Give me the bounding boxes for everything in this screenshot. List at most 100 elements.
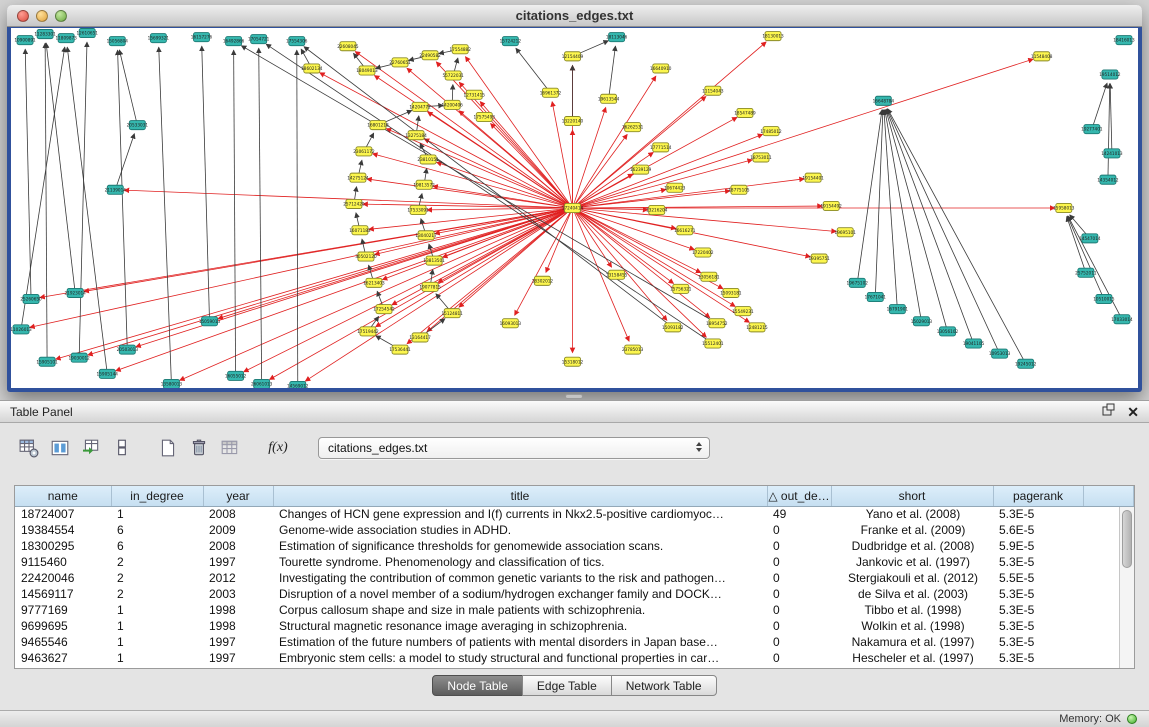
graph-edge[interactable] bbox=[885, 110, 922, 321]
graph-node[interactable]: 14547014 bbox=[1079, 234, 1101, 243]
cell-year[interactable]: 1998 bbox=[203, 602, 273, 618]
graph-edge[interactable] bbox=[428, 112, 573, 208]
cell-year[interactable]: 1997 bbox=[203, 634, 273, 650]
graph-node[interactable]: 13580013 bbox=[161, 379, 183, 388]
graph-edge[interactable] bbox=[572, 179, 804, 208]
network-window-titlebar[interactable]: citations_edges.txt bbox=[7, 5, 1142, 27]
graph-node[interactable]: 10953013 bbox=[989, 349, 1011, 358]
graph-edge[interactable] bbox=[1068, 216, 1122, 319]
close-panel-icon[interactable]: ✕ bbox=[1127, 405, 1139, 419]
graph-node[interactable]: 21139014 bbox=[105, 185, 127, 194]
graph-edge[interactable] bbox=[116, 208, 573, 371]
graph-node[interactable]: 17575493 bbox=[474, 112, 496, 121]
graph-edge[interactable] bbox=[1092, 83, 1107, 129]
cell-short[interactable]: Hescheler et al. (1997) bbox=[831, 650, 993, 666]
table-row[interactable]: 977716911998Corpus callosum shape and si… bbox=[15, 602, 1134, 618]
table-scrollbar[interactable] bbox=[1119, 507, 1134, 668]
graph-edge[interactable] bbox=[218, 208, 572, 319]
graph-edge[interactable] bbox=[180, 208, 573, 380]
graph-node[interactable]: 15958013 bbox=[1053, 203, 1075, 212]
graph-node[interactable]: 12731415 bbox=[464, 90, 486, 99]
graph-edge[interactable] bbox=[1110, 84, 1112, 154]
graph-node[interactable]: 19154401 bbox=[802, 173, 824, 182]
graph-edge[interactable] bbox=[363, 204, 573, 208]
graph-node[interactable]: 13056181 bbox=[698, 272, 720, 281]
graph-node[interactable]: 16961372 bbox=[540, 88, 562, 97]
graph-node[interactable]: 13220140 bbox=[562, 116, 584, 125]
graph-node[interactable]: 18602134 bbox=[301, 64, 323, 73]
graph-node[interactable]: 16093013 bbox=[500, 319, 522, 328]
graph-edge[interactable] bbox=[375, 208, 573, 254]
cell-pagerank[interactable]: 5.3E-5 bbox=[993, 650, 1083, 666]
graph-edge[interactable] bbox=[572, 59, 1033, 208]
graph-node[interactable]: 25260650 bbox=[20, 294, 42, 303]
graph-node[interactable]: 19613544 bbox=[598, 94, 620, 103]
graph-node[interactable]: 20533031 bbox=[127, 121, 149, 130]
cell-title[interactable]: Changes of HCN gene expression and I(f) … bbox=[273, 506, 767, 522]
graph-edge[interactable] bbox=[572, 134, 627, 208]
tab-edge-table[interactable]: Edge Table bbox=[522, 675, 612, 696]
graph-node[interactable]: 19695101 bbox=[835, 228, 857, 237]
cell-year[interactable]: 2012 bbox=[203, 570, 273, 586]
column-header-short[interactable]: short bbox=[831, 486, 993, 506]
graph-edge[interactable] bbox=[119, 50, 137, 125]
graph-node[interactable]: 16648784 bbox=[873, 96, 895, 105]
cell-in-degree[interactable]: 2 bbox=[111, 570, 203, 586]
graph-node[interactable]: 22760651 bbox=[389, 58, 411, 67]
graph-node[interactable]: 30502120 bbox=[355, 252, 377, 261]
graph-node[interactable]: 15124811 bbox=[441, 309, 463, 318]
new-file-button[interactable] bbox=[155, 435, 181, 461]
cell-short[interactable]: Stergiakouli et al. (2012) bbox=[831, 570, 993, 586]
cell-short[interactable]: Wolkin et al. (1998) bbox=[831, 618, 993, 634]
cell-name[interactable]: 18724007 bbox=[15, 506, 111, 522]
cell-name[interactable]: 19384554 bbox=[15, 522, 111, 538]
cell-out-de[interactable]: 0 bbox=[767, 650, 831, 666]
graph-node[interactable]: 18547489 bbox=[734, 108, 756, 117]
graph-node[interactable]: 17554306 bbox=[286, 37, 308, 46]
graph-node[interactable]: 15093182 bbox=[662, 323, 684, 332]
graph-node[interactable]: 15029013 bbox=[911, 317, 933, 326]
table-row[interactable]: 1830029562008Estimation of significance … bbox=[15, 538, 1134, 554]
cell-title[interactable]: Embryonic stem cells: a model to study s… bbox=[273, 650, 767, 666]
graph-node[interactable]: 14200406 bbox=[441, 100, 463, 109]
graph-node[interactable]: 21923014 bbox=[64, 288, 86, 297]
graph-node[interactable]: 19395751 bbox=[808, 254, 830, 263]
cell-short[interactable]: Jankovic et al. (1997) bbox=[831, 554, 993, 570]
graph-node[interactable]: 10674423 bbox=[664, 183, 686, 192]
graph-edge[interactable] bbox=[436, 62, 572, 208]
cell-name[interactable]: 9699695 bbox=[15, 618, 111, 634]
graph-node[interactable]: 20503013 bbox=[117, 345, 139, 354]
graph-node[interactable]: 18416013 bbox=[1113, 36, 1135, 45]
cell-in-degree[interactable]: 6 bbox=[111, 522, 203, 538]
graph-node[interactable]: 17485012 bbox=[760, 127, 782, 136]
graph-node[interactable]: 55722031 bbox=[442, 71, 464, 80]
cell-out-de[interactable]: 0 bbox=[767, 634, 831, 650]
graph-node[interactable]: 18753011 bbox=[750, 153, 772, 162]
graph-node[interactable]: 12610651 bbox=[77, 29, 99, 38]
cell-title[interactable]: Investigating the contribution of common… bbox=[273, 570, 767, 586]
cell-pagerank[interactable]: 5.3E-5 bbox=[993, 586, 1083, 602]
cell-short[interactable]: Franke et al. (2009) bbox=[831, 522, 993, 538]
graph-node[interactable]: 14204772 bbox=[409, 102, 431, 111]
graph-node[interactable]: 14275124 bbox=[347, 173, 369, 182]
column-header-name[interactable]: name bbox=[15, 486, 111, 506]
cell-name[interactable]: 14569117 bbox=[15, 586, 111, 602]
graph-node[interactable]: 15756321 bbox=[670, 284, 692, 293]
import-table-button[interactable] bbox=[78, 435, 104, 461]
tab-network-table[interactable]: Network Table bbox=[611, 675, 717, 696]
cell-out-de[interactable]: 0 bbox=[767, 522, 831, 538]
cell-name[interactable]: 18300295 bbox=[15, 538, 111, 554]
graph-node[interactable]: 14354012 bbox=[1097, 175, 1119, 184]
graph-edge[interactable] bbox=[25, 49, 31, 299]
graph-node[interactable]: 14569012 bbox=[287, 381, 309, 388]
cell-short[interactable]: Yano et al. (2008) bbox=[831, 506, 993, 522]
graph-node[interactable]: 19030012 bbox=[68, 353, 90, 362]
cell-title[interactable]: Tourette syndrome. Phenomenology and cla… bbox=[273, 554, 767, 570]
graph-node[interactable]: 10900891 bbox=[14, 36, 36, 45]
function-button[interactable]: f(x) bbox=[263, 440, 293, 456]
graph-node[interactable]: 22490582 bbox=[419, 51, 441, 60]
graph-node[interactable]: 12154409 bbox=[562, 52, 584, 61]
table-row[interactable]: 1938455462009Genome-wide association stu… bbox=[15, 522, 1134, 538]
graph-node[interactable]: 17519442 bbox=[357, 327, 379, 336]
column-header-in-degree[interactable]: in_degree bbox=[111, 486, 203, 506]
